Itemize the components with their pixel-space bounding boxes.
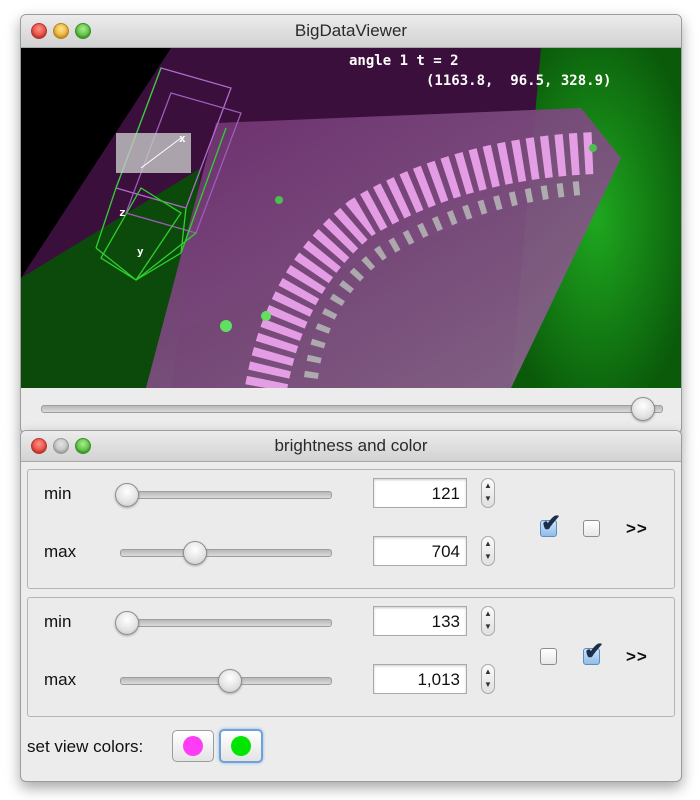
brightness-color-window: brightness and color min 121 ▲ ▼ max 704 … (20, 430, 682, 782)
max-value-field[interactable]: 704 (373, 536, 467, 566)
channel-group-2: min 133 ▲ ▼ max 1,013 ▲ ▼ ✔ >> (27, 597, 675, 717)
bigdataviewer-window: BigDataViewer x z y angle 1 t = 2 (1163.… (20, 14, 682, 434)
angle-time-label: angle 1 t = 2 (349, 53, 459, 69)
min-slider-track[interactable] (120, 491, 332, 499)
main-titlebar[interactable]: BigDataViewer (21, 15, 681, 48)
expand-button[interactable]: >> (626, 647, 648, 667)
min-slider-knob[interactable] (115, 611, 140, 635)
min-value-field[interactable]: 121 (373, 478, 467, 508)
min-slider-track[interactable] (120, 619, 332, 627)
source-checkbox-2[interactable]: ✔ (583, 638, 604, 665)
expand-button[interactable]: >> (626, 519, 648, 539)
source-checkbox-2[interactable] (583, 520, 600, 537)
window-title: BigDataViewer (294, 21, 408, 40)
max-slider-knob[interactable] (218, 669, 243, 693)
set-view-colors-label: set view colors: (27, 737, 144, 756)
axis-label-x: x (179, 132, 186, 145)
checkmark-icon: ✔ (541, 510, 562, 537)
min-label: min (44, 612, 72, 631)
source-checkbox-1[interactable]: ✔ (540, 510, 561, 537)
time-slider-knob[interactable] (631, 397, 656, 421)
color-swatch (183, 736, 203, 756)
min-value-field[interactable]: 133 (373, 606, 467, 636)
min-stepper[interactable]: ▲ ▼ (481, 606, 495, 636)
axis-label-z: z (119, 206, 126, 219)
checkmark-icon: ✔ (584, 638, 605, 665)
min-stepper[interactable]: ▲ ▼ (481, 478, 495, 508)
color-button-magenta[interactable] (172, 730, 214, 762)
color-button-green[interactable] (219, 729, 263, 763)
window-title: brightness and color (274, 436, 428, 455)
max-label: max (44, 542, 77, 561)
time-slider-track[interactable] (41, 405, 663, 413)
max-slider-track[interactable] (120, 549, 332, 557)
min-slider-knob[interactable] (115, 483, 140, 507)
min-label: min (44, 484, 72, 503)
axis-label-y: y (137, 245, 144, 258)
max-stepper[interactable]: ▲ ▼ (481, 664, 495, 694)
channel-group-1: min 121 ▲ ▼ max 704 ▲ ▼ ✔ >> (27, 469, 675, 589)
max-value-field[interactable]: 1,013 (373, 664, 467, 694)
source-checkbox-1[interactable] (540, 648, 557, 665)
max-stepper[interactable]: ▲ ▼ (481, 536, 495, 566)
coordinates-readout: (1163.8, 96.5, 328.9) (426, 73, 612, 89)
color-swatch (231, 736, 251, 756)
bc-titlebar[interactable]: brightness and color (21, 431, 681, 462)
max-slider-knob[interactable] (182, 541, 207, 565)
max-label: max (44, 670, 77, 689)
image-viewer-canvas[interactable]: x z y angle 1 t = 2 (1163.8, 96.5, 328.9… (21, 48, 681, 388)
